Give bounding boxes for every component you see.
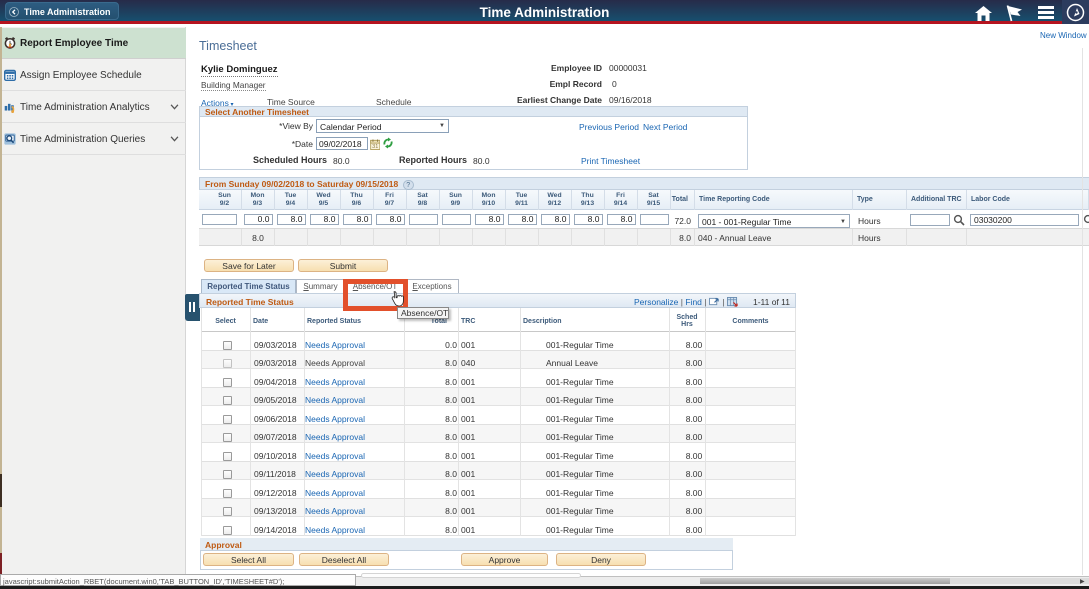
svg-text:31: 31 (372, 144, 378, 150)
